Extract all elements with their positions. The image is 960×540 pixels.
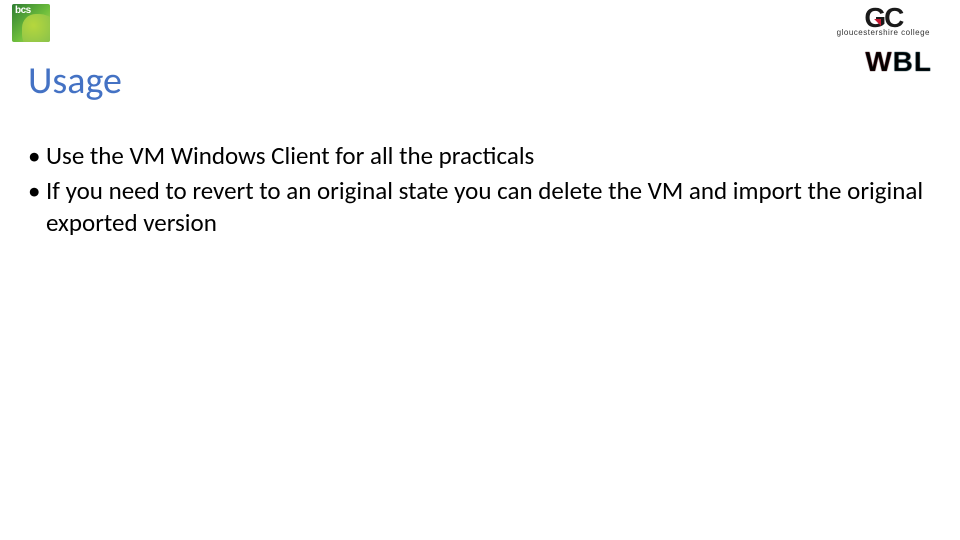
- bullet-list: Use the VM Windows Client for all the pr…: [28, 140, 932, 238]
- list-item: Use the VM Windows Client for all the pr…: [28, 140, 932, 171]
- gc-logo-mark: GC: [837, 6, 930, 30]
- slide-body: Use the VM Windows Client for all the pr…: [28, 140, 932, 242]
- bcs-logo-text: bcs: [15, 5, 31, 16]
- wbl-l-icon: L: [914, 48, 932, 76]
- wbl-b-icon: B: [893, 48, 914, 76]
- slide-title: Usage: [28, 58, 122, 104]
- bcs-logo: bcs: [12, 4, 52, 44]
- list-item: If you need to revert to an original sta…: [28, 175, 932, 238]
- slide: bcs GC gloucestershire college WBL Usage…: [0, 0, 960, 540]
- wbl-logo: WBL: [865, 48, 932, 76]
- gc-logo: GC gloucestershire college: [837, 6, 930, 37]
- wbl-w-icon: W: [865, 48, 892, 76]
